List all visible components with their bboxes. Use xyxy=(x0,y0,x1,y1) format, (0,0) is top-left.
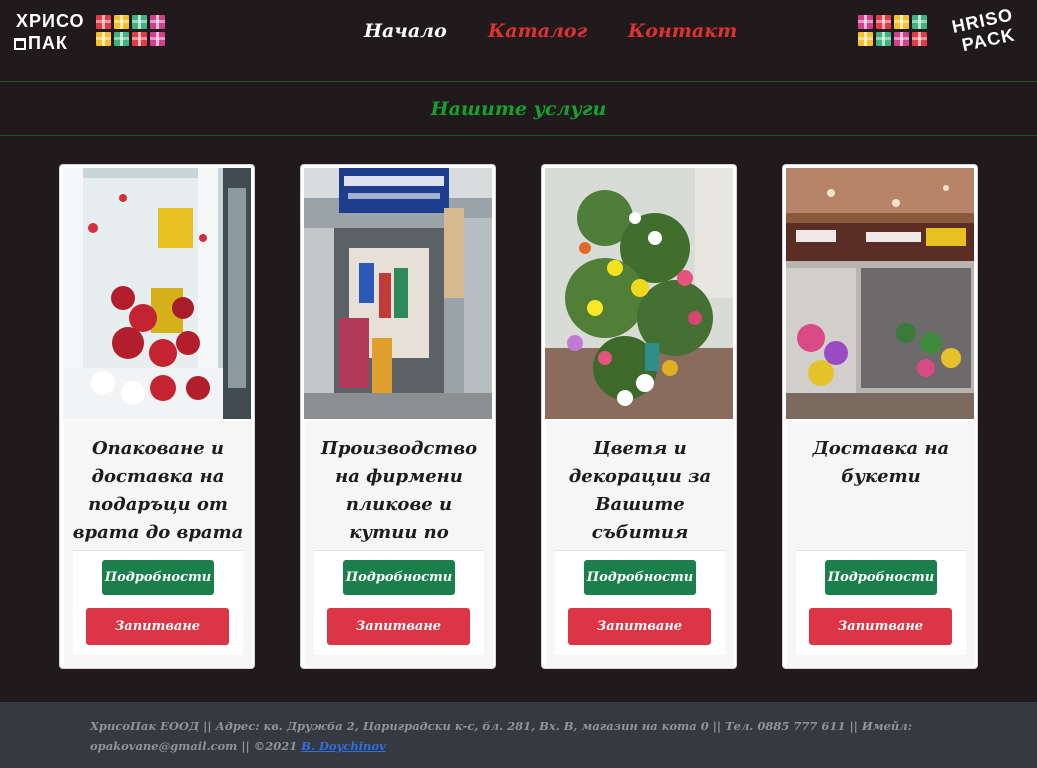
section-title: Нашите услуги xyxy=(430,98,607,120)
card-title: Доставка на букети xyxy=(812,438,950,487)
card-body: Производство на фирмени пликове и кутии … xyxy=(305,421,493,667)
details-button[interactable]: Подробности xyxy=(343,560,455,595)
brand-logo[interactable]: ХРИСО ПАК xyxy=(14,12,88,58)
card-footer: Подробности Запитване xyxy=(73,550,243,655)
inquiry-button[interactable]: Запитване xyxy=(809,608,952,645)
service-card: Опаковане и доставка на подаръци от врат… xyxy=(59,164,255,669)
service-card: Цветя и декорации за Вашите събития Подр… xyxy=(541,164,737,669)
inquiry-button[interactable]: Запитване xyxy=(327,608,470,645)
gift-boxes-icon xyxy=(858,15,928,46)
card-image-bouquet-shop xyxy=(786,168,974,419)
card-footer: Подробности Запитване xyxy=(314,550,484,655)
gift-boxes-icon xyxy=(96,15,166,46)
logo-line-1: ХРИСО xyxy=(16,11,85,31)
details-button[interactable]: Подробности xyxy=(102,560,214,595)
card-title: Опаковане и доставка на подаръци от врат… xyxy=(72,438,244,543)
card-title: Цветя и декорации за Вашите събития xyxy=(568,438,712,543)
card-body: Цветя и декорации за Вашите събития Подр… xyxy=(546,421,734,667)
card-image-flowers xyxy=(545,168,733,419)
card-image-shop-front xyxy=(304,168,492,419)
nav-home[interactable]: Начало xyxy=(364,20,447,42)
site-footer: ХрисоПак ЕООД || Адрес: кв. Дружба 2, Ца… xyxy=(0,702,1037,768)
card-image-gift-window xyxy=(63,168,251,419)
inquiry-button[interactable]: Запитване xyxy=(86,608,229,645)
details-button[interactable]: Подробности xyxy=(584,560,696,595)
author-link[interactable]: B. Doychinov xyxy=(301,739,386,753)
details-button[interactable]: Подробности xyxy=(825,560,937,595)
nav-catalog[interactable]: Каталог xyxy=(488,20,587,42)
service-card: Производство на фирмени пликове и кутии … xyxy=(300,164,496,669)
nav-contact[interactable]: Контакт xyxy=(628,20,737,42)
service-card: Доставка на букети Подробности Запитване xyxy=(782,164,978,669)
cart-icon xyxy=(14,38,26,50)
footer-contact-text: ХрисоПак ЕООД || Адрес: кв. Дружба 2, Ца… xyxy=(90,719,912,753)
card-footer: Подробности Запитване xyxy=(796,550,966,655)
card-body: Доставка на букети Подробности Запитване xyxy=(787,421,975,667)
brand-logo-latin[interactable]: HRISO PACK xyxy=(942,3,1022,63)
logo-line-2: ПАК xyxy=(28,33,68,53)
site-header: ХРИСО ПАК Начало Каталог Контакт HRISO P… xyxy=(0,0,1037,82)
section-header: Нашите услуги xyxy=(0,83,1037,136)
footer-info: ХрисоПак ЕООД || Адрес: кв. Дружба 2, Ца… xyxy=(90,716,950,756)
inquiry-button[interactable]: Запитване xyxy=(568,608,711,645)
card-body: Опаковане и доставка на подаръци от врат… xyxy=(64,421,252,667)
card-footer: Подробности Запитване xyxy=(555,550,725,655)
